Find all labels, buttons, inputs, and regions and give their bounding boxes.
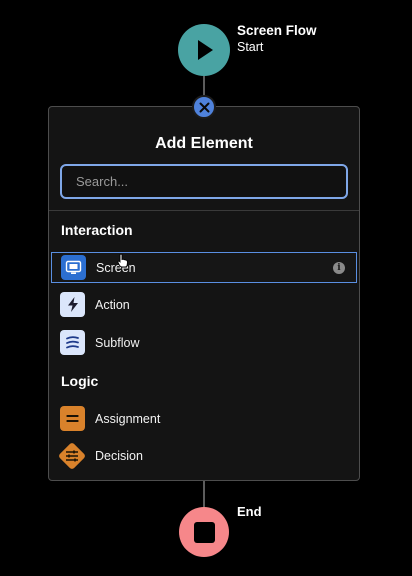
panel-title: Add Element (155, 135, 253, 152)
group-title-logic: Logic (61, 373, 99, 389)
info-icon[interactable]: i (333, 261, 345, 274)
stop-icon (193, 521, 215, 543)
close-icon (199, 102, 209, 112)
lightning-icon (60, 292, 85, 317)
element-item-label: Screen (96, 260, 136, 275)
search-box[interactable] (60, 164, 348, 199)
start-node[interactable] (178, 24, 230, 76)
connector-top (203, 76, 205, 96)
panel-divider (49, 210, 359, 211)
start-node-subtitle: Start (237, 40, 264, 54)
element-item-subflow[interactable]: Subflow (51, 327, 357, 358)
connector-bottom (203, 481, 205, 508)
element-item-label: Action (95, 297, 130, 312)
add-element-panel: Add Element Interaction Screen i Action (48, 106, 360, 481)
close-button[interactable] (192, 95, 216, 119)
start-node-label: Screen Flow Start (237, 22, 317, 56)
assignment-icon (60, 406, 85, 431)
group-title-interaction: Interaction (61, 222, 133, 238)
pointer-cursor-icon (117, 253, 128, 268)
element-item-label: Assignment (95, 411, 161, 426)
element-item-label: Decision (95, 448, 143, 463)
decision-icon (56, 440, 88, 472)
element-item-decision[interactable]: Decision (51, 440, 357, 471)
element-item-assignment[interactable]: Assignment (51, 403, 357, 434)
subflow-icon (60, 330, 85, 355)
element-item-screen[interactable]: Screen i (51, 252, 357, 283)
element-item-action[interactable]: Action (51, 289, 357, 320)
element-item-label: Subflow (95, 335, 140, 350)
screen-icon (61, 255, 86, 280)
start-node-title: Screen Flow (237, 23, 317, 38)
end-node[interactable] (179, 507, 229, 557)
play-icon (198, 40, 213, 60)
end-node-title: End (237, 504, 262, 519)
search-input[interactable] (62, 174, 346, 189)
